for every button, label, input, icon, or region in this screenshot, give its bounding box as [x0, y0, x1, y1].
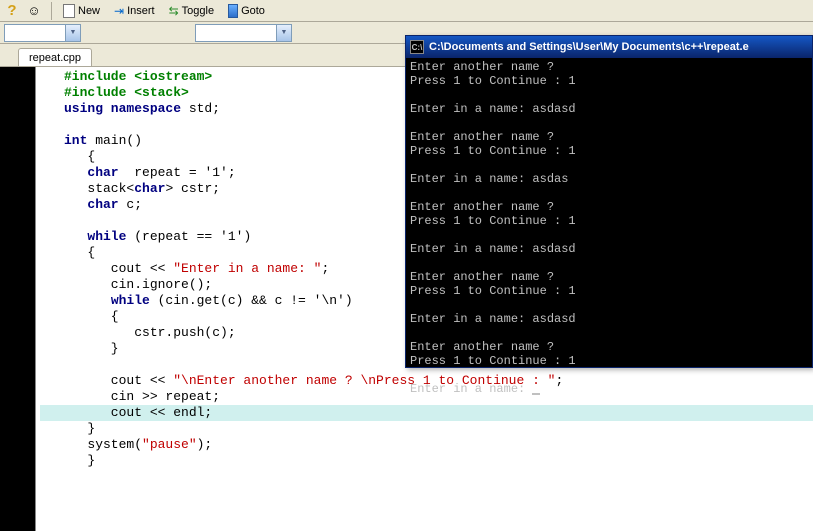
code-line[interactable]: cout << endl; [40, 405, 813, 421]
chevron-down-icon[interactable]: ▼ [276, 25, 291, 41]
chevron-down-icon[interactable]: ▼ [65, 25, 80, 41]
code-line[interactable]: } [40, 421, 813, 437]
toggle-icon: ⇆ [169, 4, 179, 18]
console-title-text: C:\Documents and Settings\User\My Docume… [429, 41, 749, 53]
console-titlebar[interactable]: C:\ C:\Documents and Settings\User\My Do… [406, 36, 812, 58]
new-button[interactable]: New [57, 2, 106, 20]
scope-input[interactable] [5, 26, 65, 40]
code-line[interactable]: system("pause"); [40, 437, 813, 453]
tab-label: repeat.cpp [29, 52, 81, 64]
cursor-icon [532, 393, 540, 395]
goto-button[interactable]: Goto [222, 2, 271, 20]
member-input[interactable] [196, 26, 276, 40]
console-window[interactable]: C:\ C:\Documents and Settings\User\My Do… [405, 35, 813, 368]
main-toolbar: ? ☺ New ⇥ Insert ⇆ Toggle Goto [0, 0, 813, 22]
goto-label: Goto [241, 5, 265, 17]
scope-combo[interactable]: ▼ [4, 24, 81, 42]
toggle-label: Toggle [182, 5, 214, 17]
gutter [0, 67, 36, 531]
cmd-icon: C:\ [410, 40, 424, 54]
new-label: New [78, 5, 100, 17]
new-icon [63, 4, 75, 18]
console-output: Enter another name ? Press 1 to Continue… [406, 58, 812, 398]
insert-label: Insert [127, 5, 155, 17]
insert-button[interactable]: ⇥ Insert [108, 2, 161, 20]
member-combo[interactable]: ▼ [195, 24, 292, 42]
insert-icon: ⇥ [114, 4, 124, 18]
toggle-button[interactable]: ⇆ Toggle [163, 2, 220, 20]
smiley-icon[interactable]: ☺ [26, 3, 42, 19]
goto-icon [228, 4, 238, 18]
code-line[interactable]: } [40, 453, 813, 469]
tab-repeat-cpp[interactable]: repeat.cpp [18, 48, 92, 67]
help-icon[interactable]: ? [4, 3, 20, 19]
separator [51, 2, 52, 20]
